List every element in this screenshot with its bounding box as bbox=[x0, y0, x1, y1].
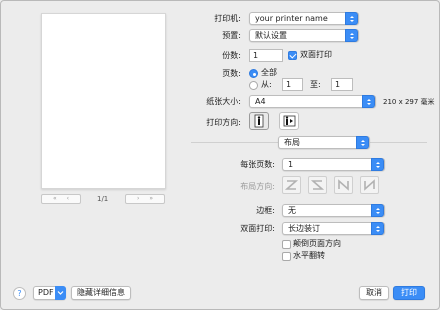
prev-page-icon[interactable]: ‹ bbox=[67, 195, 69, 202]
print-preview-page bbox=[41, 13, 166, 189]
pages-to-field[interactable]: 1 bbox=[331, 78, 353, 91]
copies-field[interactable]: 1 bbox=[249, 49, 283, 62]
orientation-portrait-button[interactable] bbox=[249, 112, 269, 130]
chevron-down-icon bbox=[55, 286, 66, 300]
pdf-menu-button[interactable]: PDF bbox=[33, 286, 66, 300]
pages-all-radio[interactable] bbox=[249, 69, 258, 78]
preview-prev-buttons[interactable]: « ‹ bbox=[41, 194, 81, 204]
pages-from-field[interactable]: 1 bbox=[282, 78, 303, 91]
paper-size-label: 纸张大小: bbox=[206, 97, 241, 106]
orientation-label: 打印方向: bbox=[206, 118, 241, 127]
paper-size-value: A4 bbox=[255, 97, 266, 106]
layout-direction-reverse-n-icon bbox=[360, 176, 379, 194]
duplex-label: 双面打印 bbox=[300, 50, 332, 59]
chevron-updown-icon bbox=[371, 204, 384, 217]
two-sided-select[interactable]: 长边装订 bbox=[282, 222, 385, 235]
chevron-updown-icon bbox=[345, 12, 358, 25]
reverse-orientation-checkbox[interactable] bbox=[282, 240, 291, 249]
hide-details-button[interactable]: 隐藏详细信息 bbox=[71, 286, 131, 300]
portrait-icon bbox=[254, 114, 264, 128]
printer-value: your printer name bbox=[255, 14, 328, 23]
pages-from-label: 从: bbox=[261, 80, 272, 89]
presets-value: 默认设置 bbox=[255, 31, 287, 40]
next-page-icon[interactable]: › bbox=[137, 195, 139, 202]
last-page-icon[interactable]: » bbox=[149, 195, 153, 202]
border-label: 边框: bbox=[256, 206, 275, 215]
section-value: 布局 bbox=[284, 138, 300, 147]
pages-all-label: 全部 bbox=[261, 68, 277, 77]
pages-range-radio[interactable] bbox=[249, 81, 258, 90]
pages-per-sheet-select[interactable]: 1 bbox=[282, 158, 385, 171]
preview-next-buttons[interactable]: › » bbox=[125, 194, 165, 204]
cancel-button[interactable]: 取消 bbox=[359, 286, 389, 300]
first-page-icon[interactable]: « bbox=[53, 195, 57, 202]
layout-direction-z-icon bbox=[282, 176, 301, 194]
paper-size-select[interactable]: A4 bbox=[249, 95, 376, 108]
chevron-updown-icon bbox=[356, 136, 369, 149]
pdf-label: PDF bbox=[38, 288, 54, 297]
reverse-orientation-label: 颠倒页面方向 bbox=[293, 239, 341, 248]
border-select[interactable]: 无 bbox=[282, 204, 385, 217]
print-dialog: « ‹ 1/1 › » 打印机: your printer name 预置: 默… bbox=[0, 0, 440, 310]
print-button[interactable]: 打印 bbox=[393, 286, 425, 300]
chevron-updown-icon bbox=[371, 222, 384, 235]
orientation-landscape-button[interactable] bbox=[279, 112, 299, 130]
layout-direction-n-icon bbox=[334, 176, 353, 194]
flip-horizontally-label: 水平翻转 bbox=[293, 251, 325, 260]
copies-label: 份数: bbox=[222, 51, 241, 60]
pages-per-sheet-value: 1 bbox=[288, 160, 294, 169]
printer-label: 打印机: bbox=[214, 14, 241, 23]
border-value: 无 bbox=[288, 206, 296, 215]
paper-dimensions: 210 x 297 毫米 bbox=[383, 98, 435, 106]
pages-label: 页数: bbox=[222, 69, 241, 78]
pages-per-sheet-label: 每张页数: bbox=[240, 160, 275, 169]
flip-horizontally-checkbox[interactable] bbox=[282, 252, 291, 261]
two-sided-value: 长边装订 bbox=[288, 224, 320, 233]
help-button[interactable]: ? bbox=[13, 287, 26, 300]
layout-direction-label: 布局方向: bbox=[240, 182, 275, 191]
presets-label: 预置: bbox=[222, 31, 241, 40]
printer-select[interactable]: your printer name bbox=[249, 12, 359, 25]
landscape-icon bbox=[283, 115, 296, 127]
chevron-updown-icon bbox=[345, 29, 358, 42]
section-select[interactable]: 布局 bbox=[278, 136, 370, 149]
duplex-checkbox[interactable] bbox=[288, 51, 297, 60]
page-indicator: 1/1 bbox=[97, 195, 109, 203]
chevron-updown-icon bbox=[371, 158, 384, 171]
chevron-updown-icon bbox=[362, 95, 375, 108]
pages-to-label: 至: bbox=[310, 80, 321, 89]
presets-select[interactable]: 默认设置 bbox=[249, 29, 359, 42]
two-sided-label: 双面打印: bbox=[240, 224, 275, 233]
layout-direction-reverse-z-icon bbox=[308, 176, 327, 194]
